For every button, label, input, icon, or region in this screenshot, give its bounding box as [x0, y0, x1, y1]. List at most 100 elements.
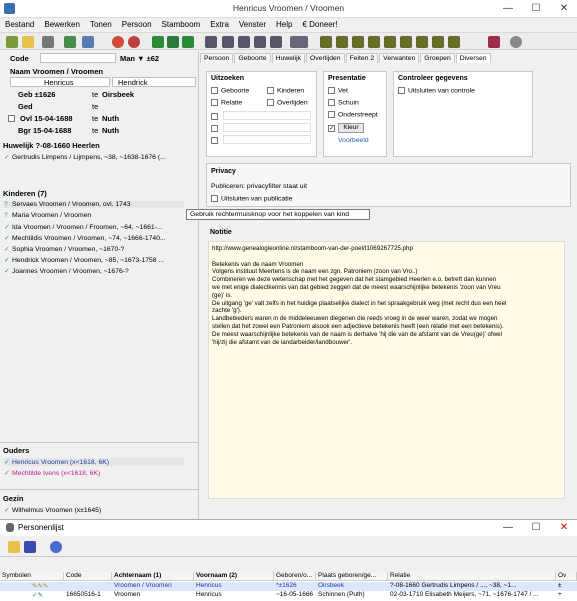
menu-extra[interactable]: Extra [205, 18, 234, 32]
checkbox[interactable] [267, 99, 274, 106]
custom-field-1[interactable] [223, 111, 311, 120]
menu-help[interactable]: Help [271, 18, 297, 32]
checkbox[interactable] [267, 87, 274, 94]
move-icon[interactable] [50, 541, 62, 553]
menu-stamboom[interactable]: Stamboom [157, 18, 206, 32]
baptism-date[interactable]: Ged [18, 102, 33, 111]
tab-groepen[interactable]: Groepen [420, 53, 455, 63]
child-item[interactable]: ? Maria Vroomen / Vroomen [4, 212, 91, 219]
layout-icon-1[interactable] [205, 36, 217, 48]
tab-huwelijk[interactable]: Huwelijk [271, 53, 305, 63]
open-folder-icon[interactable] [22, 36, 34, 48]
birth-date[interactable]: Geb ±1626 [18, 90, 55, 99]
minimize-button[interactable]: — [494, 520, 522, 536]
checkbox[interactable] [328, 111, 335, 118]
kleur-button[interactable]: Kleur [338, 123, 364, 133]
chart-icon-8[interactable] [432, 36, 444, 48]
gender-select[interactable]: Man ▼ ±62 [120, 54, 159, 63]
tab-geboorte[interactable]: Geboorte [234, 53, 271, 63]
save-icon[interactable] [42, 36, 54, 48]
menu-bestand[interactable]: Bestand [0, 18, 39, 32]
child-item[interactable]: ✓ Sophia Vroomen / Vroomen, ~1670-? [4, 245, 124, 253]
custom-checkbox-3[interactable] [211, 137, 218, 144]
tab-persoon[interactable]: Persoon [200, 53, 234, 63]
burial-place[interactable]: Nuth [102, 126, 119, 135]
undo-icon[interactable] [112, 36, 124, 48]
menu-venster[interactable]: Venster [234, 18, 271, 32]
col-achternaam[interactable]: Achternaam (1) [112, 572, 194, 581]
tab-verwanten[interactable]: Verwanten [379, 53, 420, 63]
child-item[interactable]: ✓ Ida Vroomen / Vroomen / Froomen, ~64, ~… [4, 223, 163, 231]
book-icon[interactable] [488, 36, 500, 48]
option-uitsluiten-controle[interactable]: Uitsluiten van controle [398, 87, 475, 94]
chart-icon-4[interactable] [368, 36, 380, 48]
new-icon[interactable] [6, 36, 18, 48]
option-uitsluiten-publicatie[interactable]: Uitsluiten van publicatie [211, 195, 292, 202]
layout-icon-3[interactable] [238, 36, 250, 48]
option-overlijden[interactable]: Overlijden [267, 99, 308, 106]
custom-field-3[interactable] [223, 135, 311, 144]
menu-persoon[interactable]: Persoon [117, 18, 157, 32]
option-geboorte[interactable]: Geboorte [211, 87, 249, 94]
tree-icon[interactable] [64, 36, 76, 48]
custom-checkbox-2[interactable] [211, 125, 218, 132]
col-symbolen[interactable]: Symbolen [0, 572, 64, 581]
child-item[interactable]: ✓ Joannes Vroomen / Vroomen, ~1676-? [4, 267, 129, 275]
tab-overlijden[interactable]: Overlijden [305, 53, 345, 63]
col-voornaam[interactable]: Voornaam (2) [194, 572, 274, 581]
home-icon[interactable] [167, 36, 179, 48]
death-place[interactable]: Nuth [102, 114, 119, 123]
checkbox[interactable] [328, 87, 335, 94]
col-relatie[interactable]: Relatie [388, 572, 556, 581]
family-item[interactable]: ✓ Wilhelmus Vroomen (x±1645) [4, 506, 101, 514]
layout-icon-5[interactable] [270, 36, 282, 48]
child-item[interactable]: ? Servaes Vroomen / Vroomen, ovl. 1743 [4, 201, 184, 208]
tree-view-icon[interactable] [82, 36, 94, 48]
spouse-item[interactable]: ✓ Gertrudis Limpens / Lijmpens, ~38, ~163… [4, 153, 166, 161]
close-button[interactable]: ✕ [550, 0, 577, 18]
chart-icon-9[interactable] [448, 36, 460, 48]
checkbox[interactable] [211, 195, 218, 202]
checkbox[interactable] [328, 99, 335, 106]
option-kinderen[interactable]: Kinderen [267, 87, 304, 94]
new-document-icon[interactable] [8, 541, 20, 553]
code-field[interactable] [40, 53, 116, 63]
checkbox[interactable] [398, 87, 405, 94]
kleur-checkbox[interactable]: ✓ [328, 125, 335, 132]
notitie-textarea[interactable]: http://www.genealogieonline.nl/stamboom-… [208, 241, 565, 499]
magnifier-icon[interactable] [510, 36, 522, 48]
option-relatie[interactable]: Relatie [211, 99, 242, 106]
menu-bewerken[interactable]: Bewerken [39, 18, 85, 32]
checkbox[interactable] [211, 87, 218, 94]
option-schuin[interactable]: Schuin [328, 99, 359, 106]
voorbeeld-link[interactable]: Voorbeeld [338, 137, 369, 144]
col-plaats[interactable]: Plaats geboren/ge... [316, 572, 388, 581]
lock-icon[interactable] [24, 541, 36, 553]
chart-icon-3[interactable] [352, 36, 364, 48]
col-code[interactable]: Code [64, 572, 112, 581]
col-geboren[interactable]: Geboren/o... [274, 572, 316, 581]
chart-icon-2[interactable] [336, 36, 348, 48]
back-arrow-icon[interactable] [152, 36, 164, 48]
checkbox[interactable] [211, 99, 218, 106]
tab-diversen[interactable]: Diversen [455, 53, 491, 63]
maximize-button[interactable]: ☐ [522, 520, 550, 536]
search-person-icon[interactable] [128, 36, 140, 48]
layout-icon-2[interactable] [222, 36, 234, 48]
parent-item[interactable]: ✓ Henricus Vroomen (x<1618, 6K) [4, 458, 184, 466]
death-checkbox[interactable] [8, 115, 15, 122]
layout-icon-4[interactable] [254, 36, 266, 48]
burial-date[interactable]: Bgr 15-04-1688 [18, 126, 71, 135]
option-vet[interactable]: Vet [328, 87, 348, 94]
custom-checkbox-1[interactable] [211, 113, 218, 120]
menu-tonen[interactable]: Tonen [85, 18, 117, 32]
forward-arrow-icon[interactable] [182, 36, 194, 48]
child-item[interactable]: ✓ Mechtildis Vroomen / Vroomen, ~74, ~166… [4, 234, 166, 242]
view-dropdown-icon[interactable] [290, 36, 308, 48]
tab-feiten2[interactable]: Feiten 2 [345, 53, 379, 63]
chart-icon-1[interactable] [320, 36, 332, 48]
close-button[interactable]: ✕ [550, 520, 577, 536]
maximize-button[interactable]: ☐ [522, 0, 550, 18]
menu-doneer[interactable]: € Doneer! [297, 18, 342, 32]
birth-place[interactable]: Oirsbeek [102, 90, 134, 99]
